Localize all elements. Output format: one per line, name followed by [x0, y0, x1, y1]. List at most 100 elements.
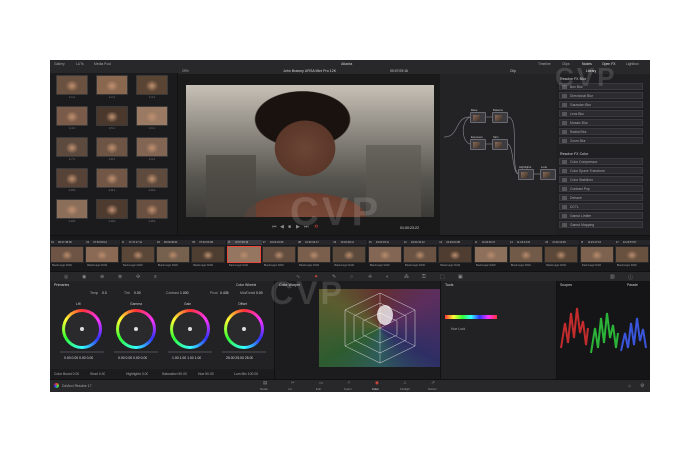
page-deliver-icon[interactable]: ↗: [431, 380, 435, 386]
adjustment-value[interactable]: Color Boost 0.00: [54, 372, 79, 376]
page-color-label[interactable]: Color: [372, 387, 379, 391]
master-wheel-slider[interactable]: [60, 351, 104, 353]
page-media-icon[interactable]: ▤: [263, 380, 267, 386]
gallery-still[interactable]: [56, 137, 88, 157]
gallery-still[interactable]: [96, 106, 128, 126]
node[interactable]: Highlights: [518, 165, 534, 180]
adjustment-value[interactable]: Hue 50.00: [198, 372, 214, 376]
tab-luts[interactable]: LUTs: [76, 62, 84, 66]
clip-header[interactable]: 17 12:23:57:07: [614, 240, 650, 245]
color-match-icon[interactable]: ◉: [82, 274, 86, 280]
tracker-icon[interactable]: ✛: [368, 274, 372, 280]
clip-header[interactable]: 10 04:24:03:12: [367, 240, 403, 245]
page-cut-icon[interactable]: ✂: [291, 380, 295, 386]
page-edit-icon[interactable]: ▭: [319, 380, 323, 386]
sizing-icon[interactable]: ⬚: [440, 274, 445, 280]
motion-effects-icon[interactable]: ≡: [154, 274, 157, 280]
clip-header[interactable]: 13 10:24:49:17: [473, 240, 509, 245]
gallery-still[interactable]: [136, 106, 168, 126]
color-wheel[interactable]: [170, 309, 210, 349]
gallery-still[interactable]: [136, 199, 168, 219]
color-wheel-puck[interactable]: [80, 327, 84, 331]
hdr-icon[interactable]: ⊗: [118, 274, 122, 280]
gallery-still[interactable]: [56, 168, 88, 188]
scopes-mode[interactable]: Parade: [627, 283, 638, 287]
gallery-still[interactable]: [96, 75, 128, 95]
color-wheel[interactable]: [224, 309, 264, 349]
library-item[interactable]: Radial Blur: [559, 128, 643, 135]
adjustment-value[interactable]: Highlights 0.00: [126, 372, 148, 376]
clip-thumbnail[interactable]: [614, 246, 649, 263]
page-fusion-label[interactable]: Fusion: [344, 387, 352, 391]
camera-raw-icon[interactable]: ◎: [64, 274, 68, 280]
gallery-still[interactable]: [136, 75, 168, 95]
gallery-still[interactable]: [96, 137, 128, 157]
page-color-icon[interactable]: ◉: [375, 380, 379, 386]
settings-icon[interactable]: ⚙: [640, 383, 644, 389]
clip-header[interactable]: 01 00:27:48:06: [50, 240, 85, 245]
clip-thumbnail[interactable]: [226, 246, 261, 263]
library-item[interactable]: DCTL: [559, 203, 643, 210]
gallery-still[interactable]: [96, 168, 128, 188]
master-wheel-slider[interactable]: [222, 351, 266, 353]
primaries-mode[interactable]: Color Wheels: [236, 283, 256, 287]
clip-thumbnail[interactable]: [261, 246, 296, 263]
gallery-still[interactable]: [96, 199, 128, 219]
temp-value[interactable]: 0.0: [102, 291, 107, 295]
clip-header[interactable]: 08 10:02:32:17: [297, 240, 333, 245]
clip-header[interactable]: 05 07:02:03:08: [191, 240, 227, 245]
clip-thumbnail[interactable]: [155, 246, 190, 263]
tab-gallery[interactable]: Gallery: [54, 62, 65, 66]
node[interactable]: Balance: [492, 108, 508, 123]
hue-bar[interactable]: [445, 315, 497, 319]
color-wheel-puck[interactable]: [242, 327, 246, 331]
clip-header[interactable]: 02 07:52:09:12: [85, 240, 121, 245]
blur-icon[interactable]: ⁂: [404, 274, 409, 280]
adjustment-value[interactable]: Lum Mix 100.00: [234, 372, 258, 376]
clip-header[interactable]: 07 10:02:22:06: [261, 240, 297, 245]
clip-thumbnail[interactable]: [508, 246, 543, 263]
library-item[interactable]: Directional Blur: [559, 92, 643, 99]
clip-thumbnail[interactable]: [438, 246, 473, 263]
library-item[interactable]: Contrast Pop: [559, 185, 643, 192]
pivot-value[interactable]: 0.435: [220, 291, 229, 295]
key-icon[interactable]: ⚿: [422, 274, 426, 280]
library-item[interactable]: Gamut Mapping: [559, 221, 643, 228]
tint-value[interactable]: 0.00: [134, 291, 141, 295]
scopes-toggle-icon[interactable]: ▥: [610, 274, 615, 280]
library-item[interactable]: Color Stabilizer: [559, 176, 643, 183]
page-media-label[interactable]: Media: [260, 387, 268, 391]
skip-back-icon[interactable]: ⏮: [272, 224, 277, 230]
magic-mask-icon[interactable]: ◐: [386, 274, 389, 280]
adjustment-value[interactable]: Shad 0.00: [90, 372, 105, 376]
gallery-still[interactable]: [136, 168, 168, 188]
library-item[interactable]: Zoom Blur: [559, 137, 643, 144]
home-icon[interactable]: ⌂: [628, 383, 631, 389]
gallery-still[interactable]: [56, 75, 88, 95]
library-section-color[interactable]: Resolve FX Color: [560, 152, 588, 156]
clip-thumbnail[interactable]: [191, 246, 226, 263]
page-fairlight-label[interactable]: Fairlight: [400, 387, 410, 391]
play-reverse-icon[interactable]: ◀: [280, 224, 284, 230]
library-item[interactable]: Color Compressor: [559, 158, 643, 165]
color-wheel[interactable]: [62, 309, 102, 349]
clip-header[interactable]: 04 06:09:39:01: [155, 240, 191, 245]
clip-thumbnail[interactable]: [473, 246, 508, 263]
page-deliver-label[interactable]: Deliver: [428, 387, 437, 391]
node[interactable]: Look: [540, 165, 556, 180]
color-wheel-puck[interactable]: [188, 327, 192, 331]
library-item[interactable]: Color Space Transform: [559, 167, 643, 174]
clip-header[interactable]: 16 11:23:17:10: [579, 240, 615, 245]
clip-header[interactable]: 09 10:22:29:11: [332, 240, 368, 245]
color-wheel[interactable]: [116, 309, 156, 349]
clip-header[interactable]: 15 11:23:13:09: [544, 240, 580, 245]
color-wheels-icon[interactable]: ⊕: [100, 274, 104, 280]
library-item[interactable]: Lens Blur: [559, 110, 643, 117]
tab-media-pool[interactable]: Media Pool: [94, 62, 111, 66]
gallery-still[interactable]: [56, 199, 88, 219]
library-item[interactable]: Gaussian Blur: [559, 101, 643, 108]
tab-lightbox[interactable]: Lightbox: [626, 62, 639, 66]
library-item[interactable]: Gamut Limiter: [559, 212, 643, 219]
gallery-still[interactable]: [136, 137, 168, 157]
library-item[interactable]: Mosaic Blur: [559, 119, 643, 126]
